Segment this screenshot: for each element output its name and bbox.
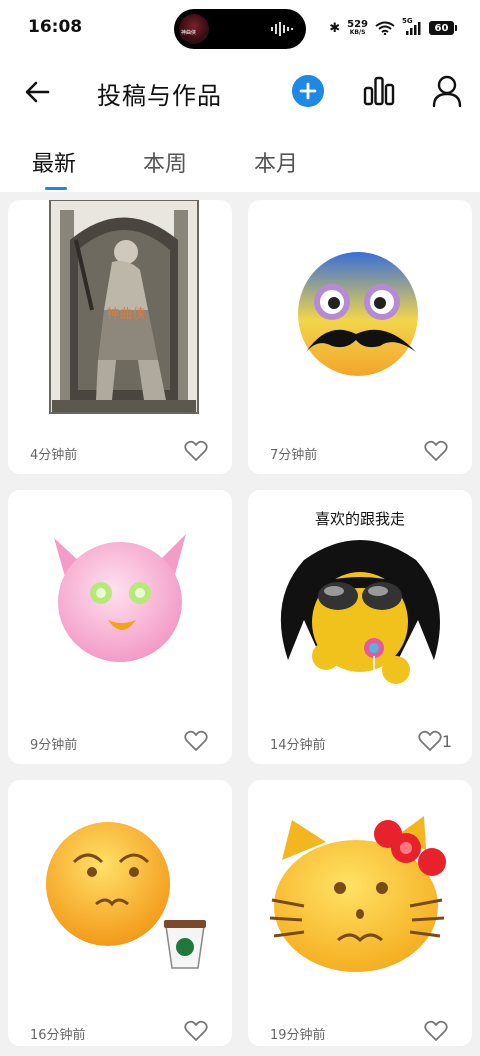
post-time: 19分钟前 [270,1028,326,1043]
tab-this-week[interactable]: 本周 [143,146,187,178]
tab-bar: 最新 本周 本月 [0,128,480,192]
active-tab-indicator [45,187,67,190]
net-speed: 529 KB/S [347,20,368,36]
post-image-sunglasses-emoji: 喜欢的跟我走 [280,510,440,684]
heart-icon[interactable] [184,1020,208,1042]
post-time: 14分钟前 [270,738,326,753]
battery-icon: 60 [429,21,457,35]
post-time: 7分钟前 [270,448,318,463]
heart-icon[interactable] [424,1020,448,1042]
back-arrow-icon[interactable] [22,76,54,108]
tab-latest[interactable]: 最新 [32,146,76,178]
tab-this-month[interactable]: 本月 [254,146,298,178]
post-image-kitty-emoji [269,816,446,972]
dynamic-island[interactable]: 神曲侠 [174,9,306,49]
post-image-scared-mustache-emoji [298,252,418,376]
heart-icon[interactable] [184,440,208,462]
status-time: 16:08 [28,17,83,37]
post-image-coffee-emoji [46,822,206,969]
cellular-signal-icon: 5G [402,17,422,36]
post-card[interactable]: 19分钟前 [248,780,472,1046]
post-time: 9分钟前 [30,738,78,753]
add-post-button[interactable] [292,75,324,107]
post-card[interactable]: 神曲侠 4分钟前 [8,200,232,474]
audio-wave-icon [271,22,293,36]
post-card[interactable]: 喜欢的跟我走 14分钟前 1 [248,490,472,764]
post-caption: 喜欢的跟我走 [315,510,405,528]
post-card[interactable]: 7分钟前 [248,200,472,474]
heart-icon[interactable] [184,730,208,752]
wifi-icon [375,21,395,35]
heart-icon[interactable] [424,440,448,462]
post-image-pink-devil-emoji [54,534,186,662]
bar-chart-icon[interactable] [362,74,396,108]
post-card[interactable]: 16分钟前 [8,780,232,1046]
post-time: 4分钟前 [30,448,78,463]
status-bar: 16:08 神曲侠 ✱ 529 KB/S 5G 60 [0,0,480,56]
net-speed-unit: KB/S [349,29,366,36]
post-time: 16分钟前 [30,1028,86,1043]
heart-icon[interactable] [418,730,442,752]
user-profile-icon[interactable] [430,74,464,108]
bluetooth-icon: ✱ [329,20,341,36]
post-card[interactable]: 9分钟前 [8,490,232,764]
page-title: 投稿与作品 [97,82,222,110]
status-icons: ✱ 529 KB/S 5G 60 [329,17,457,38]
island-album-text: 神曲侠 [181,30,197,36]
app-header: 投稿与作品 [0,56,480,128]
battery-level: 60 [434,22,449,34]
watermark-text: 神曲侠 [106,307,145,322]
post-image-statue: 神曲侠 [49,200,199,414]
like-count: 1 [441,732,452,751]
